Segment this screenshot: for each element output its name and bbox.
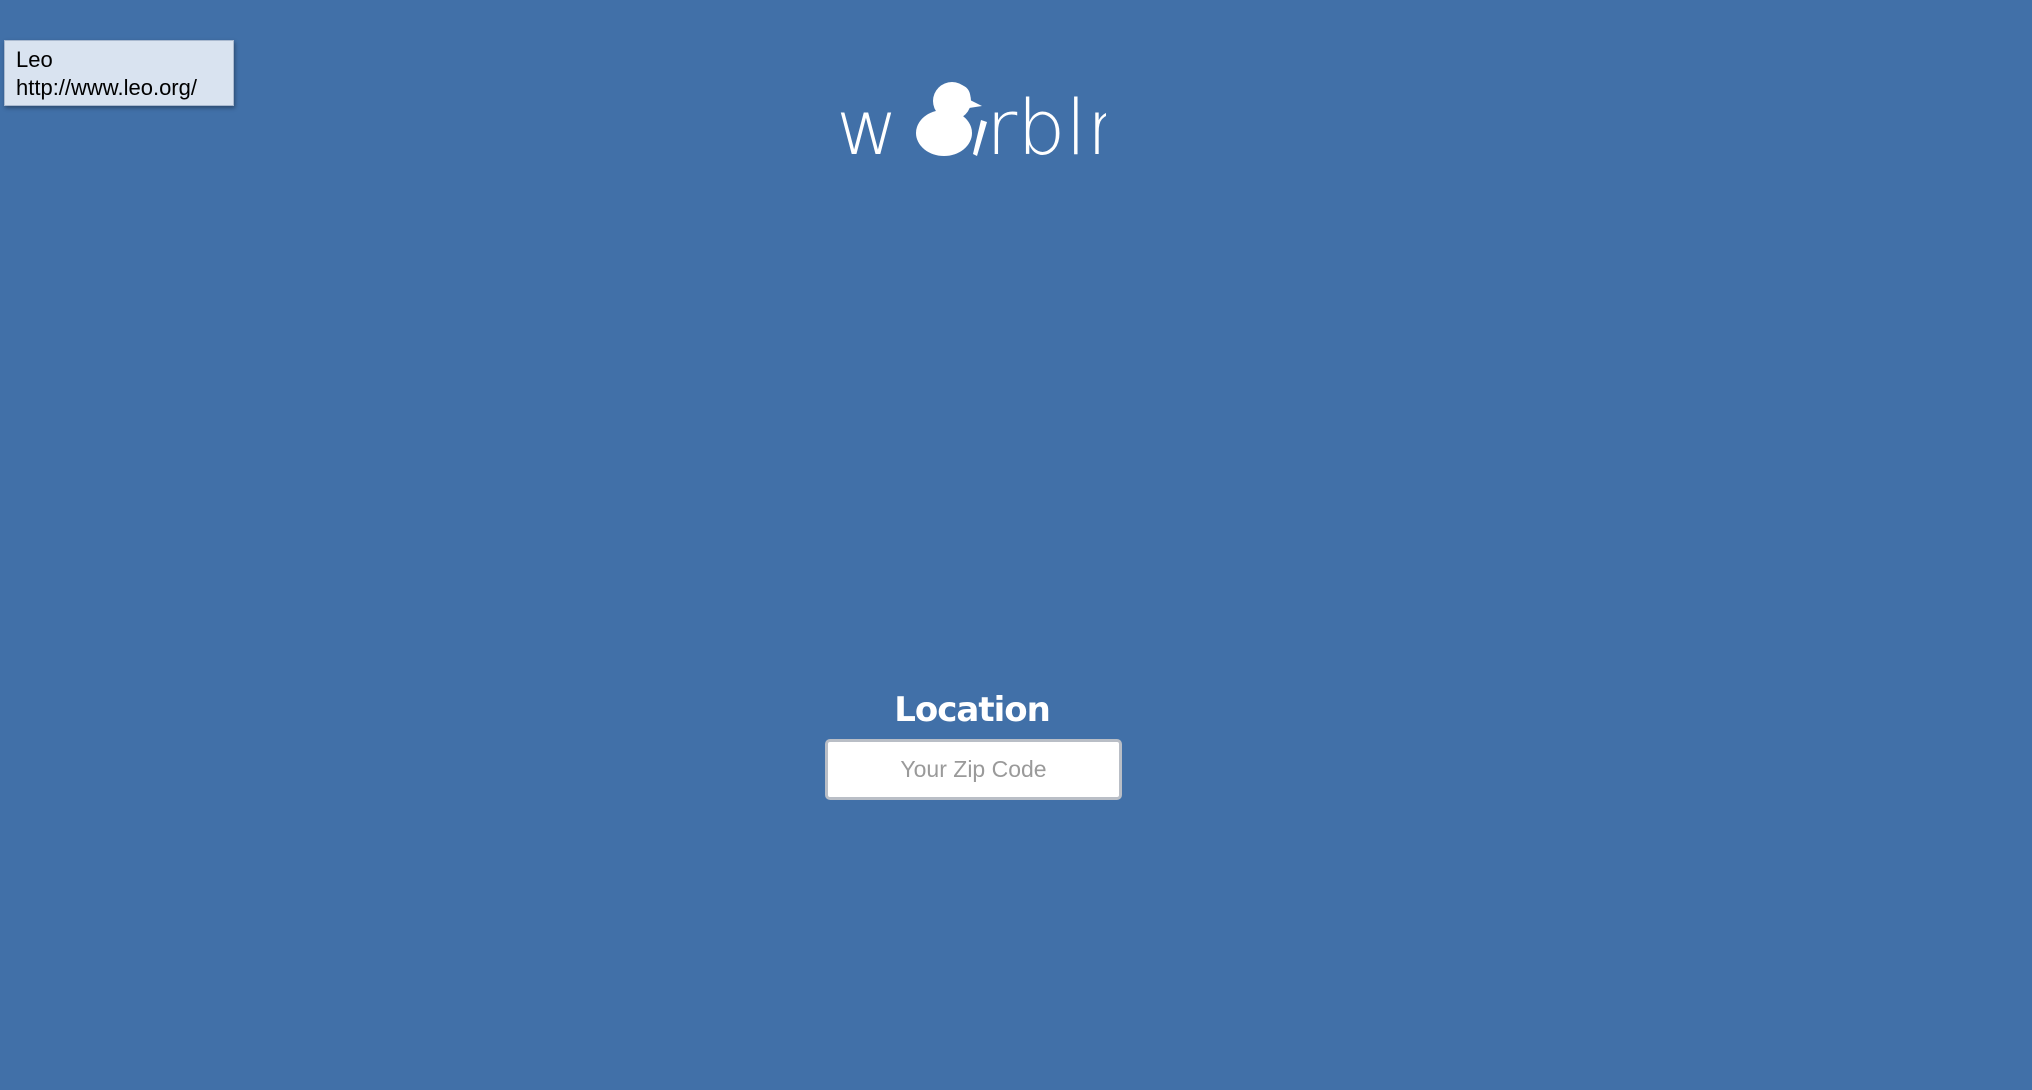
logo-suffix: rblr <box>986 83 1106 161</box>
bird-icon <box>916 82 987 156</box>
logo-svg: w rblr <box>836 82 1119 172</box>
warblr-logo: w rblr <box>836 76 1119 172</box>
tooltip-url: http://www.leo.org/ <box>16 75 197 100</box>
link-tooltip: Leo http://www.leo.org/ <box>4 40 234 106</box>
zip-code-input[interactable] <box>825 739 1122 800</box>
location-label: Location <box>894 690 1051 730</box>
tooltip-title: Leo <box>16 47 53 72</box>
logo-prefix: w <box>836 83 898 161</box>
